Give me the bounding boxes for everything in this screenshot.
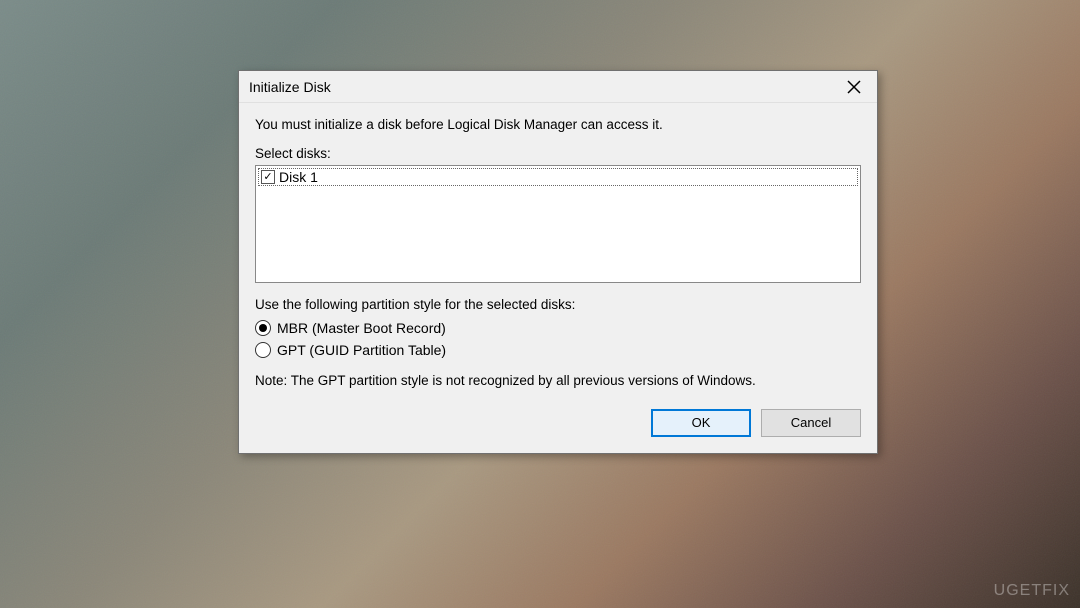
disk-listbox[interactable]: ✓ Disk 1: [255, 165, 861, 283]
dialog-content: You must initialize a disk before Logica…: [239, 103, 877, 453]
select-disks-label: Select disks:: [255, 146, 861, 161]
cancel-button[interactable]: Cancel: [761, 409, 861, 437]
close-button[interactable]: [831, 71, 877, 102]
ok-button[interactable]: OK: [651, 409, 751, 437]
titlebar: Initialize Disk: [239, 71, 877, 103]
radio-gpt-row[interactable]: GPT (GUID Partition Table): [255, 342, 861, 358]
dialog-title: Initialize Disk: [249, 79, 331, 95]
close-icon: [847, 80, 861, 94]
disk-checkbox[interactable]: ✓: [261, 170, 275, 184]
initialize-disk-dialog: Initialize Disk You must initialize a di…: [238, 70, 878, 454]
partition-radio-group: MBR (Master Boot Record) GPT (GUID Parti…: [255, 320, 861, 358]
note-text: Note: The GPT partition style is not rec…: [255, 372, 861, 391]
instruction-text: You must initialize a disk before Logica…: [255, 117, 861, 132]
partition-style-label: Use the following partition style for th…: [255, 297, 861, 312]
list-item[interactable]: ✓ Disk 1: [258, 168, 858, 186]
button-row: OK Cancel: [255, 409, 861, 437]
radio-mbr-row[interactable]: MBR (Master Boot Record): [255, 320, 861, 336]
watermark: UGETFIX: [994, 582, 1070, 600]
disk-label: Disk 1: [279, 169, 318, 185]
radio-gpt-label: GPT (GUID Partition Table): [277, 342, 446, 358]
radio-gpt[interactable]: [255, 342, 271, 358]
radio-mbr-label: MBR (Master Boot Record): [277, 320, 446, 336]
radio-mbr[interactable]: [255, 320, 271, 336]
